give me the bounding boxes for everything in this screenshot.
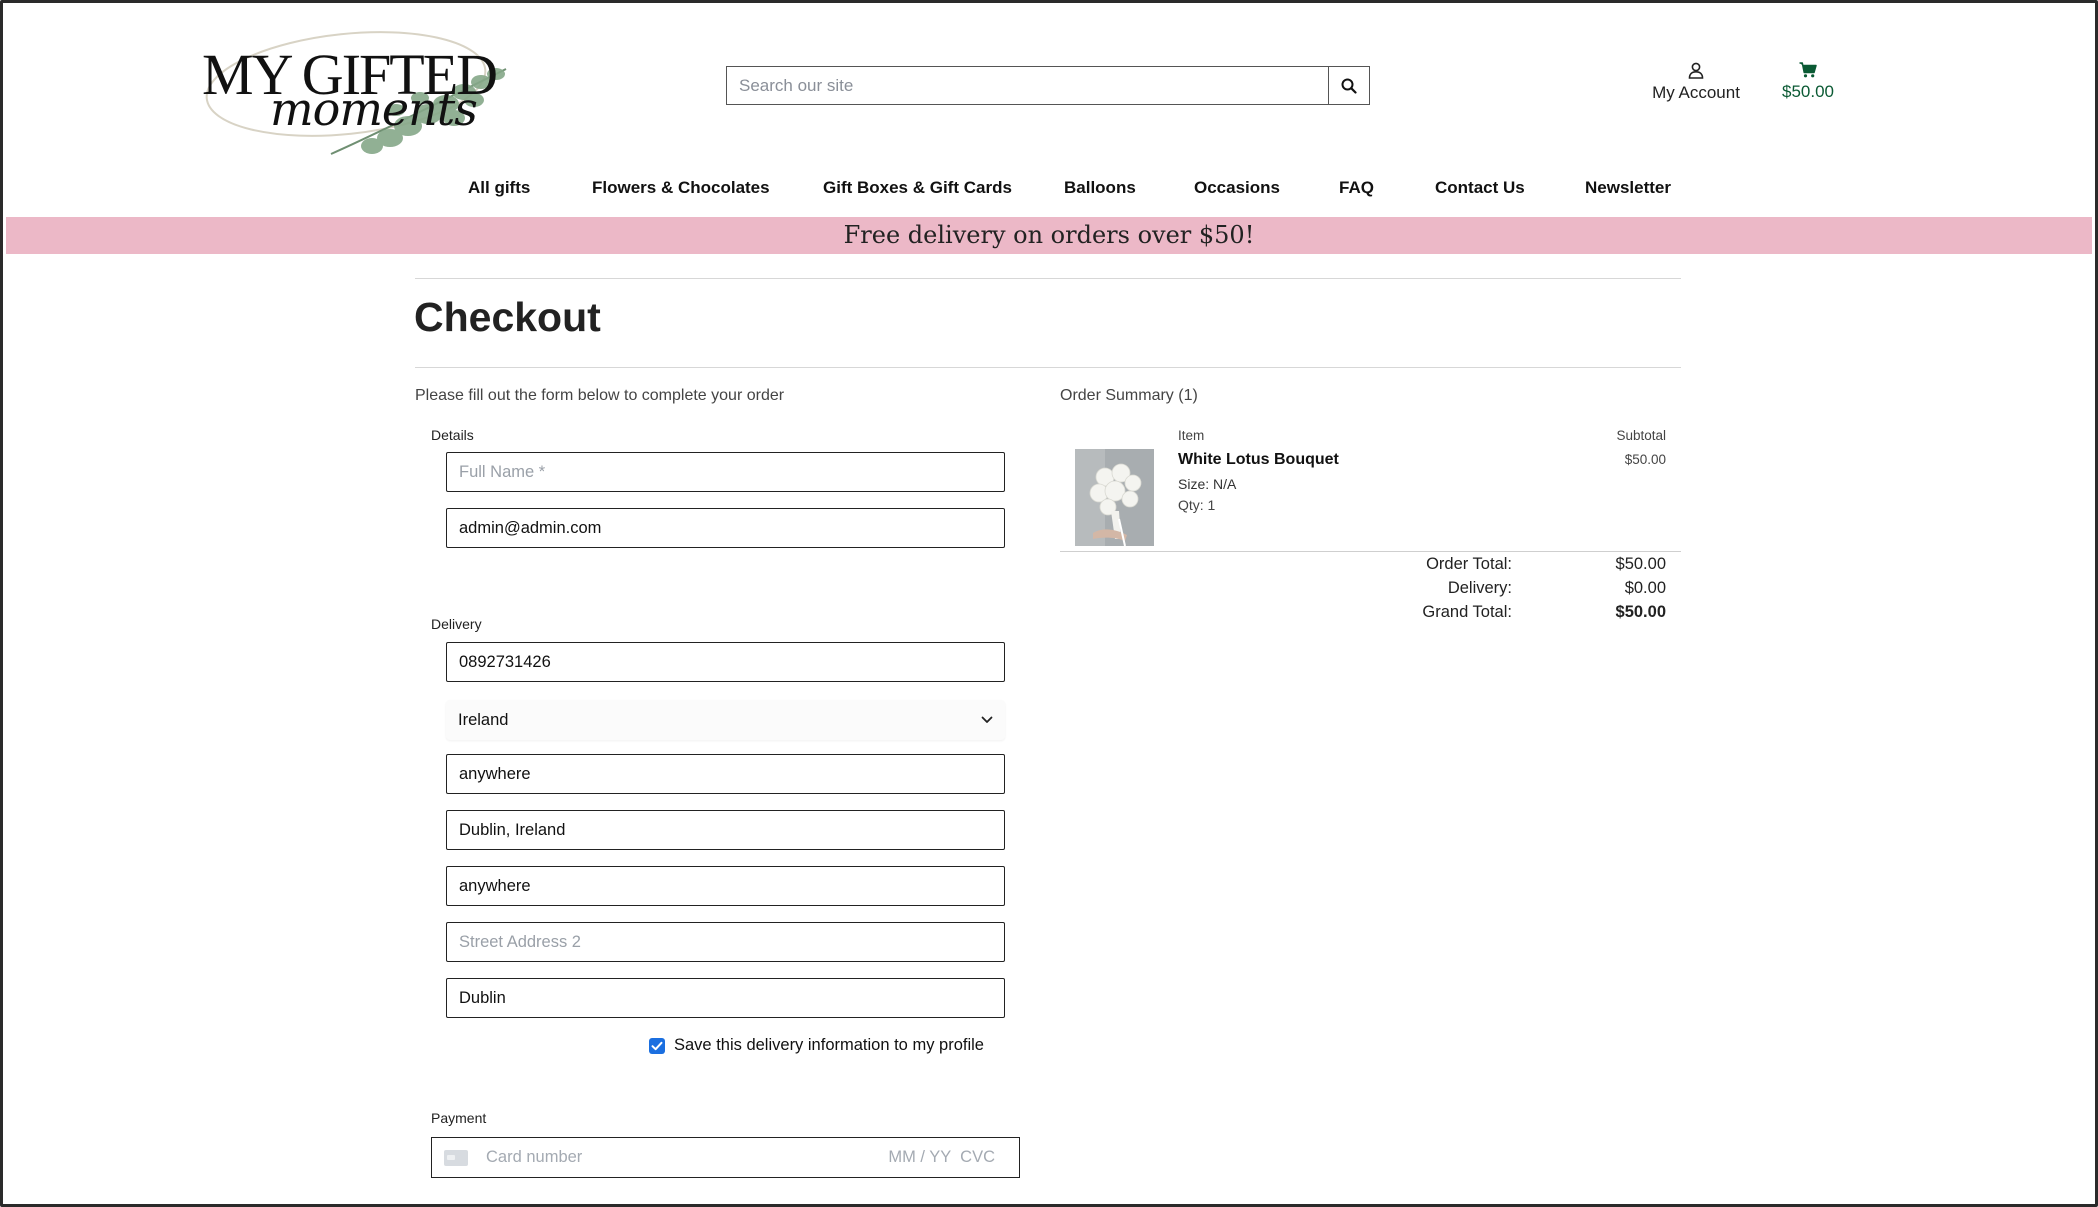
nav-faq[interactable]: FAQ — [1339, 178, 1374, 198]
nav-gift-boxes-gift-cards[interactable]: Gift Boxes & Gift Cards — [823, 178, 1012, 198]
summary-divider — [1060, 551, 1681, 552]
divider-top — [415, 278, 1681, 279]
grand-total-value: $50.00 — [1615, 603, 1666, 621]
order-total-label: Order Total: — [1426, 555, 1512, 573]
main-navigation: All gifts Flowers & Chocolates Gift Boxe… — [0, 178, 2098, 202]
divider-title — [415, 367, 1681, 368]
card-input[interactable]: Card number MM / YY CVC — [431, 1137, 1020, 1178]
item-column-header: Item — [1178, 428, 1205, 443]
site-logo[interactable]: MY GIFTED moments — [196, 14, 516, 164]
country-select-value: Ireland — [458, 710, 509, 729]
my-account-label: My Account — [1652, 83, 1740, 102]
order-summary-heading: Order Summary (1) — [1060, 387, 1198, 404]
page-title: Checkout — [414, 294, 601, 340]
postcode-field[interactable] — [446, 754, 1005, 794]
nav-balloons[interactable]: Balloons — [1064, 178, 1136, 198]
nav-flowers-chocolates[interactable]: Flowers & Chocolates — [592, 178, 770, 198]
save-info-label: Save this delivery information to my pro… — [674, 1036, 984, 1054]
bouquet-photo — [1075, 449, 1154, 546]
full-name-field[interactable] — [446, 452, 1005, 492]
nav-newsletter[interactable]: Newsletter — [1585, 178, 1671, 198]
item-size: Size: N/A — [1178, 476, 1237, 492]
cart-link[interactable]: $50.00 — [1770, 62, 1846, 102]
delivery-cost-label: Delivery: — [1447, 579, 1512, 597]
town-city-field[interactable] — [446, 810, 1005, 850]
cart-total: $50.00 — [1782, 82, 1834, 101]
search-button[interactable] — [1328, 66, 1370, 105]
save-info-checkbox[interactable] — [649, 1037, 665, 1054]
delivery-cost-value: $0.00 — [1624, 579, 1666, 597]
card-number-placeholder: Card number — [486, 1148, 583, 1166]
cart-icon — [1799, 62, 1817, 78]
search-icon — [1341, 78, 1357, 94]
item-quantity: Qty: 1 — [1178, 497, 1216, 513]
phone-number-field[interactable] — [446, 642, 1005, 682]
checkout-instructions: Please fill out the form below to comple… — [415, 387, 785, 404]
item-name[interactable]: White Lotus Bouquet — [1178, 451, 1339, 469]
delivery-section-label: Delivery — [431, 616, 482, 632]
product-image[interactable] — [1075, 449, 1154, 546]
chevron-down-icon — [981, 716, 993, 723]
county-field[interactable] — [446, 978, 1005, 1018]
credit-card-icon — [444, 1149, 468, 1166]
country-select[interactable]: Ireland — [446, 700, 1005, 740]
email-field[interactable] — [446, 508, 1005, 548]
street-address-2-field[interactable] — [446, 922, 1005, 962]
details-section-label: Details — [431, 427, 474, 443]
nav-contact-us[interactable]: Contact Us — [1435, 178, 1525, 198]
search-bar — [726, 66, 1370, 105]
search-input[interactable] — [726, 66, 1328, 105]
nav-all-gifts[interactable]: All gifts — [468, 178, 530, 198]
user-icon — [1688, 62, 1704, 79]
logo-script-text: moments — [270, 82, 478, 136]
checkmark-icon — [651, 1041, 663, 1050]
subtotal-column-header: Subtotal — [1616, 428, 1666, 443]
save-info-row: Save this delivery information to my pro… — [649, 1036, 984, 1055]
my-account-link[interactable]: My Account — [1640, 62, 1752, 103]
promo-banner: Free delivery on orders over $50! — [6, 217, 2092, 254]
grand-total-label: Grand Total: — [1422, 603, 1512, 621]
expiry-cvc-placeholder: MM / YY CVC — [888, 1148, 995, 1166]
street-address-1-field[interactable] — [446, 866, 1005, 906]
nav-occasions[interactable]: Occasions — [1194, 178, 1280, 198]
order-total-value: $50.00 — [1615, 555, 1666, 573]
item-subtotal: $50.00 — [1624, 452, 1666, 467]
payment-section-label: Payment — [431, 1110, 487, 1126]
